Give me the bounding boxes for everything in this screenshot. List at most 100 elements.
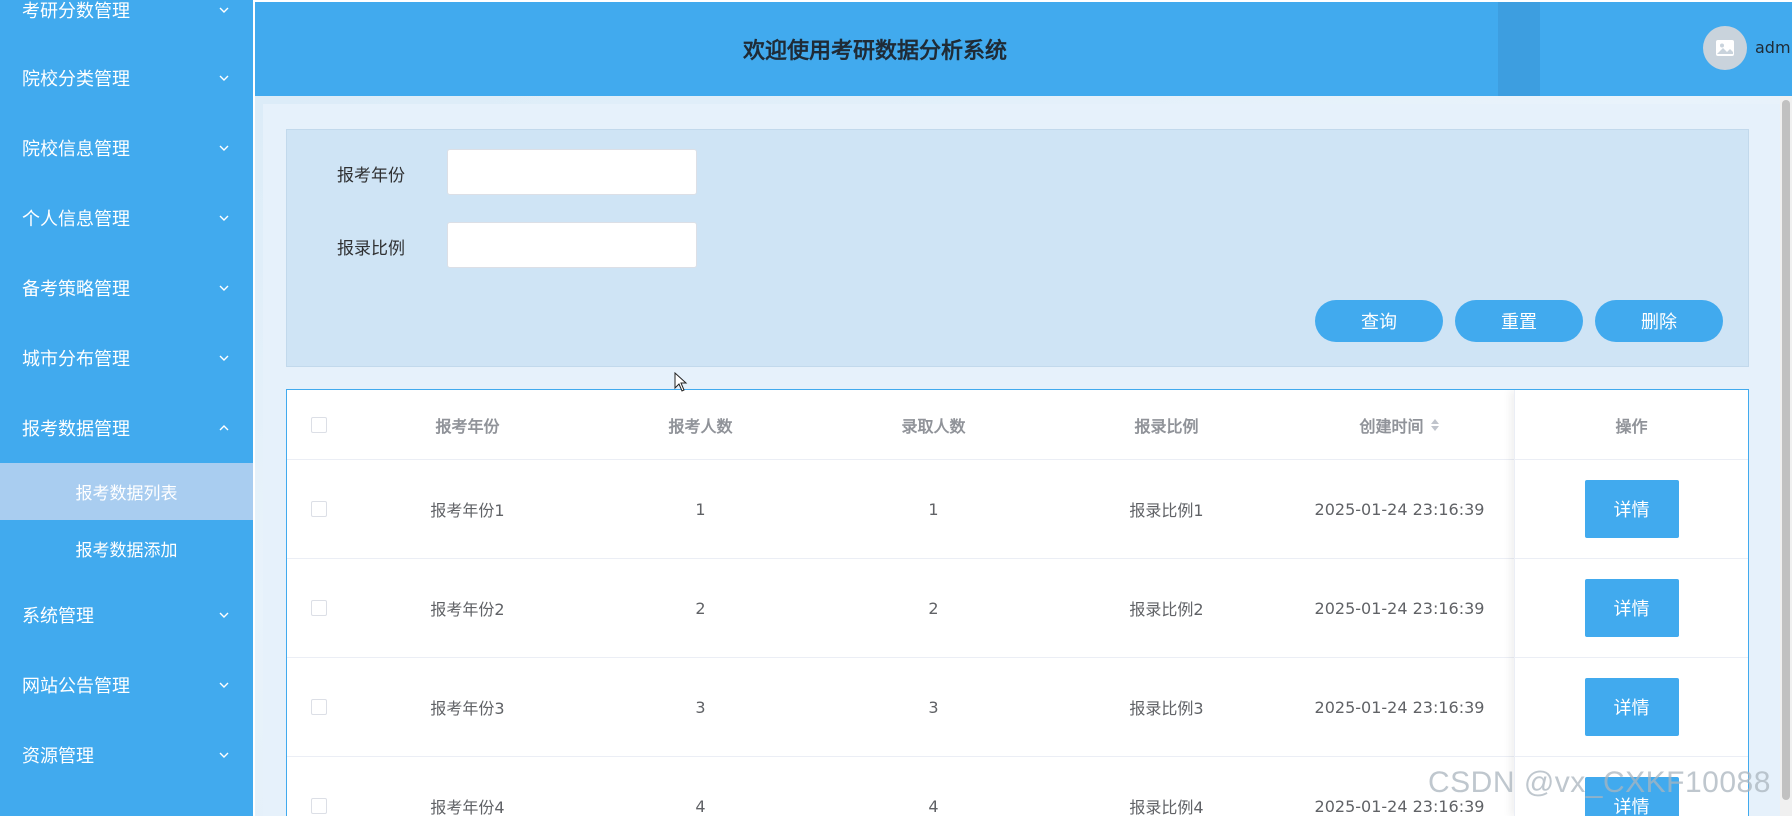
- table-row: 报考年份1 1 1 报录比例1 2025-01-24 23:16:39 详情: [287, 460, 1748, 559]
- cell-year: 报考年份4: [430, 798, 505, 816]
- cell-admitted: 1: [928, 499, 939, 519]
- search-panel: 报考年份 报录比例 查询 重置 删除: [286, 129, 1749, 367]
- sidebar-item-label: 个人信息管理: [22, 209, 130, 230]
- cell-ratio: 报录比例1: [1129, 501, 1204, 520]
- username[interactable]: admi: [1755, 38, 1792, 57]
- column-header: 操作: [1615, 416, 1648, 436]
- sidebar-item-label: 考研分数管理: [22, 1, 130, 22]
- chevron-down-icon: [217, 141, 231, 155]
- year-label: 报考年份: [337, 166, 405, 186]
- sidebar-item-school-info[interactable]: 院校信息管理: [0, 113, 253, 183]
- cell-year: 报考年份2: [430, 600, 505, 619]
- submenu-item-label: 报考数据列表: [75, 484, 178, 504]
- delete-button[interactable]: 删除: [1595, 300, 1723, 342]
- submenu-item-data-list[interactable]: 报考数据列表: [0, 463, 253, 520]
- column-header[interactable]: 报考人数: [584, 390, 817, 459]
- cell-created: 2025-01-24 23:16:39: [1314, 697, 1485, 717]
- row-select-cell: [287, 460, 351, 558]
- avatar[interactable]: [1703, 26, 1747, 70]
- sidebar: 考研分数管理 院校分类管理 院校信息管理 个人信息管理 备考策略管理 城市分布管…: [0, 0, 253, 816]
- table-header-row: 报考年份 报考人数 录取人数 报录比例 创建时间 操作: [287, 390, 1748, 460]
- sidebar-item-personal-info[interactable]: 个人信息管理: [0, 183, 253, 253]
- row-checkbox[interactable]: [311, 600, 327, 616]
- chevron-down-icon: [217, 351, 231, 365]
- chevron-down-icon: [217, 281, 231, 295]
- cell-year: 报考年份3: [430, 699, 505, 718]
- ratio-input[interactable]: [447, 222, 697, 268]
- submenu-item-label: 报考数据添加: [75, 541, 178, 561]
- sidebar-item-label: 系统管理: [22, 606, 94, 627]
- detail-button[interactable]: 详情: [1584, 579, 1679, 637]
- row-select-cell: [287, 658, 351, 756]
- detail-button[interactable]: 详情: [1584, 480, 1679, 538]
- sidebar-item-label: 报考数据管理: [22, 419, 130, 440]
- image-icon: [1716, 40, 1734, 56]
- sidebar-item-city[interactable]: 城市分布管理: [0, 323, 253, 393]
- cell-applicants: 4: [695, 796, 706, 816]
- vertical-scrollbar[interactable]: [1780, 96, 1792, 816]
- cell-ratio: 报录比例4: [1129, 798, 1204, 816]
- sidebar-item-score[interactable]: 考研分数管理: [0, 0, 253, 45]
- sidebar-item-label: 院校分类管理: [22, 69, 130, 90]
- row-checkbox[interactable]: [311, 699, 327, 715]
- chevron-down-icon: [217, 608, 231, 622]
- column-header[interactable]: 录取人数: [817, 390, 1050, 459]
- column-header-created[interactable]: 创建时间: [1283, 390, 1516, 459]
- select-all-checkbox[interactable]: [311, 416, 327, 433]
- data-table: 报考年份 报考人数 录取人数 报录比例 创建时间 操作 报考年份1 1 1 报录…: [286, 389, 1749, 816]
- chevron-down-icon: [217, 3, 231, 17]
- row-checkbox[interactable]: [311, 501, 327, 517]
- cell-created: 2025-01-24 23:16:39: [1314, 598, 1485, 618]
- row-checkbox[interactable]: [311, 798, 327, 814]
- mouse-cursor-icon: [674, 372, 688, 392]
- year-input[interactable]: [447, 149, 697, 195]
- cell-actions: 详情: [1515, 559, 1748, 657]
- sidebar-item-strategy[interactable]: 备考策略管理: [0, 253, 253, 323]
- query-button[interactable]: 查询: [1315, 300, 1443, 342]
- cell-applicants: 3: [695, 697, 706, 717]
- cell-actions: 详情: [1515, 658, 1748, 756]
- sidebar-item-label: 备考策略管理: [22, 279, 130, 300]
- sidebar-item-school-category[interactable]: 院校分类管理: [0, 43, 253, 113]
- chevron-down-icon: [217, 748, 231, 762]
- cell-actions: 详情: [1515, 460, 1748, 558]
- select-all-cell: [287, 390, 351, 459]
- submenu-item-data-add[interactable]: 报考数据添加: [0, 520, 253, 577]
- column-header[interactable]: 报考年份: [351, 390, 584, 459]
- sidebar-item-resource[interactable]: 资源管理: [0, 720, 253, 790]
- watermark: CSDN @vx_CXKF10088: [1428, 766, 1771, 799]
- header-divider: [1498, 2, 1540, 96]
- sidebar-item-announcement[interactable]: 网站公告管理: [0, 650, 253, 720]
- sidebar-item-label: 院校信息管理: [22, 139, 130, 160]
- chevron-down-icon: [217, 678, 231, 692]
- cell-applicants: 2: [695, 598, 706, 618]
- chevron-up-icon: [217, 421, 231, 435]
- detail-button[interactable]: 详情: [1584, 678, 1679, 736]
- sidebar-item-label: 网站公告管理: [22, 676, 130, 697]
- cell-year: 报考年份1: [430, 501, 505, 520]
- page-title: 欢迎使用考研数据分析系统: [742, 39, 1007, 64]
- top-header: 欢迎使用考研数据分析系统 admi: [255, 2, 1792, 96]
- sidebar-item-application-data[interactable]: 报考数据管理: [0, 393, 253, 463]
- chevron-down-icon: [217, 211, 231, 225]
- cell-admitted: 3: [928, 697, 939, 717]
- table-row: 报考年份3 3 3 报录比例3 2025-01-24 23:16:39 详情: [287, 658, 1748, 757]
- table-row: 报考年份2 2 2 报录比例2 2025-01-24 23:16:39 详情: [287, 559, 1748, 658]
- row-select-cell: [287, 757, 351, 816]
- sidebar-item-system[interactable]: 系统管理: [0, 580, 253, 650]
- sidebar-item-label: 资源管理: [22, 746, 94, 767]
- column-header[interactable]: 报录比例: [1050, 390, 1283, 459]
- cell-admitted: 4: [928, 796, 939, 816]
- column-header-label: 创建时间: [1359, 416, 1424, 436]
- cell-ratio: 报录比例3: [1129, 699, 1204, 718]
- cell-ratio: 报录比例2: [1129, 600, 1204, 619]
- chevron-down-icon: [217, 71, 231, 85]
- cell-created: 2025-01-24 23:16:39: [1314, 499, 1485, 519]
- ratio-label: 报录比例: [337, 239, 405, 259]
- row-select-cell: [287, 559, 351, 657]
- sort-icon[interactable]: [1430, 418, 1440, 432]
- reset-button[interactable]: 重置: [1455, 300, 1583, 342]
- scrollbar-thumb[interactable]: [1782, 100, 1790, 800]
- cell-applicants: 1: [695, 499, 706, 519]
- cell-admitted: 2: [928, 598, 939, 618]
